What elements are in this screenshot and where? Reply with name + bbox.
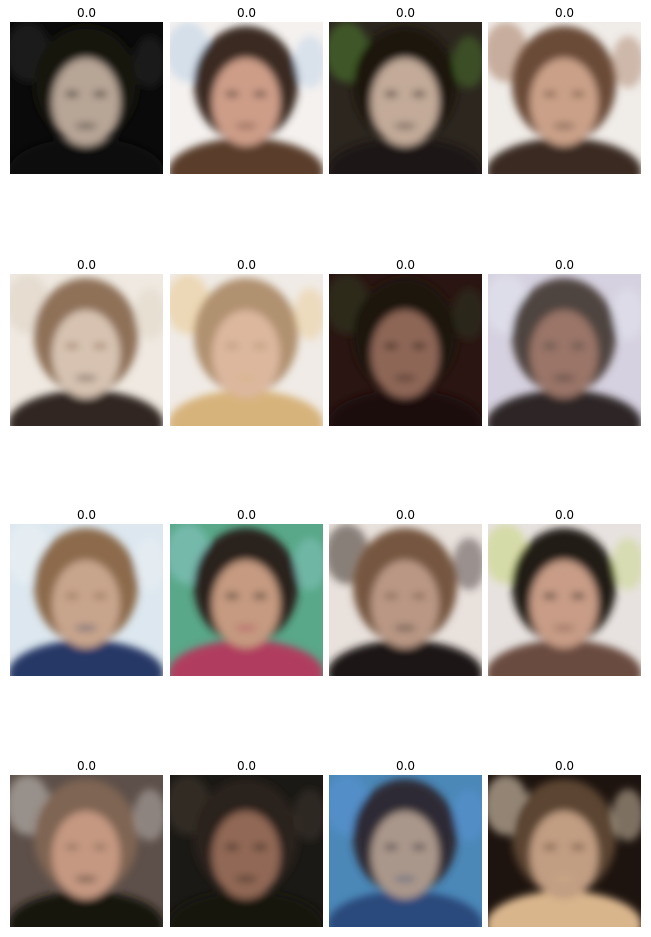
- cell-title: 0.0: [236, 508, 257, 522]
- grid-cell: 0.0: [329, 507, 482, 677]
- grid-cell: 0.0: [488, 257, 641, 427]
- cell-title: 0.0: [236, 6, 257, 20]
- generated-face-image: [488, 274, 641, 426]
- cell-title: 0.0: [395, 759, 416, 773]
- generated-face-image: [170, 274, 323, 426]
- cell-title: 0.0: [395, 258, 416, 272]
- grid-cell: 0.0: [170, 257, 323, 427]
- generated-face-image: [10, 22, 163, 174]
- grid-cell: 0.0: [10, 5, 163, 175]
- grid-cell: 0.0: [10, 507, 163, 677]
- generated-face-image: [10, 524, 163, 676]
- cell-title: 0.0: [236, 759, 257, 773]
- grid-cell: 0.0: [488, 507, 641, 677]
- generated-face-image: [488, 22, 641, 174]
- generated-face-image: [329, 274, 482, 426]
- cell-title: 0.0: [554, 258, 575, 272]
- grid-cell: 0.0: [488, 758, 641, 928]
- grid-cell: 0.0: [10, 257, 163, 427]
- generated-face-image: [329, 524, 482, 676]
- grid-cell: 0.0: [329, 5, 482, 175]
- generated-face-image: [170, 22, 323, 174]
- cell-title: 0.0: [76, 258, 97, 272]
- grid-cell: 0.0: [10, 758, 163, 928]
- cell-title: 0.0: [76, 6, 97, 20]
- generated-face-image: [329, 775, 482, 927]
- grid-cell: 0.0: [170, 5, 323, 175]
- generated-face-image: [10, 775, 163, 927]
- generated-face-image: [488, 775, 641, 927]
- generated-face-image: [170, 524, 323, 676]
- cell-title: 0.0: [554, 759, 575, 773]
- cell-title: 0.0: [76, 508, 97, 522]
- generated-face-image: [329, 22, 482, 174]
- cell-title: 0.0: [554, 6, 575, 20]
- grid-cell: 0.0: [170, 507, 323, 677]
- cell-title: 0.0: [236, 258, 257, 272]
- cell-title: 0.0: [395, 6, 416, 20]
- grid-cell: 0.0: [488, 5, 641, 175]
- grid-cell: 0.0: [329, 758, 482, 928]
- grid-cell: 0.0: [329, 257, 482, 427]
- cell-title: 0.0: [554, 508, 575, 522]
- generated-face-image: [10, 274, 163, 426]
- grid-cell: 0.0: [170, 758, 323, 928]
- cell-title: 0.0: [76, 759, 97, 773]
- generated-face-image: [488, 524, 641, 676]
- cell-title: 0.0: [395, 508, 416, 522]
- generated-face-image: [170, 775, 323, 927]
